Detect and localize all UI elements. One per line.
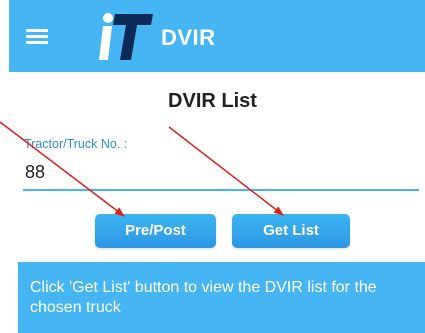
- dvir-screen: DVIR DVIR List Tractor/Truck No. : Pre/P…: [0, 0, 425, 333]
- page-title: DVIR List: [168, 90, 257, 112]
- info-message: Click 'Get List' button to view the DVIR…: [30, 279, 377, 316]
- info-panel: Click 'Get List' button to view the DVIR…: [18, 262, 425, 333]
- hamburger-menu-icon[interactable]: [26, 29, 48, 44]
- tractor-number-label: Tractor/Truck No. :: [24, 137, 128, 151]
- get-list-button[interactable]: Get List: [232, 214, 350, 248]
- app-bar: DVIR: [9, 0, 425, 72]
- app-title: DVIR: [161, 25, 216, 50]
- it-logo-icon: [99, 13, 153, 60]
- pre-post-button[interactable]: Pre/Post: [95, 214, 216, 248]
- tractor-number-input[interactable]: [23, 159, 419, 191]
